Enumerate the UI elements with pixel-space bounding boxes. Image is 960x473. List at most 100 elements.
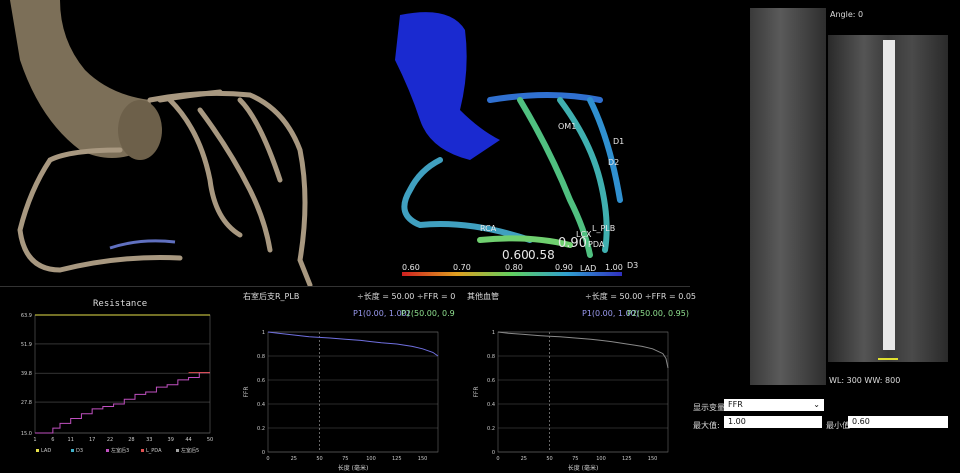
- cpr-vessel-lumen: [883, 40, 895, 350]
- plot-frame: [267, 331, 439, 453]
- y-tick-label: 0: [492, 450, 495, 456]
- label-pda: PDA: [588, 240, 605, 249]
- x-tick-label: 50: [207, 437, 213, 443]
- x-tick-label: 150: [648, 456, 658, 462]
- colorbar-tick-2: 0.70: [453, 263, 471, 272]
- legend-label: L_PDA: [146, 448, 162, 454]
- y-axis-label: FFR: [473, 386, 480, 397]
- cpr-window-level: WL: 300 WW: 800: [829, 376, 901, 385]
- colorbar-tick-5: 1.00: [605, 263, 623, 272]
- colorbar-tick-3: 0.80: [505, 263, 523, 272]
- ffr-value-3: 0.58: [528, 248, 555, 262]
- ffr-panel-right: 其他血管 ÷长度 = 50.00 ÷FFR = 0.05 P1(0.00, 1.…: [455, 287, 696, 473]
- label-d1: D1: [613, 137, 625, 146]
- y-tick-label: 51.9: [21, 342, 32, 348]
- x-tick-label: 50: [316, 456, 322, 462]
- legend-label: LAD: [41, 448, 51, 454]
- colorbar-tick-1: 0.60: [402, 263, 420, 272]
- y-tick-label: 1: [262, 330, 265, 336]
- x-tick-label: 6: [51, 437, 54, 443]
- y-tick-label: 0.6: [487, 378, 495, 384]
- ffr-vessel-render: [395, 12, 623, 258]
- x-axis-label: 长度 (毫米): [568, 464, 599, 472]
- ffr-colorbar: [402, 272, 622, 276]
- ffr-value-2: 0.60: [502, 248, 529, 262]
- y-tick-label: 1: [492, 330, 495, 336]
- x-tick-label: 0: [496, 456, 499, 462]
- x-tick-label: 22: [107, 437, 113, 443]
- cpr-angle: Angle: 0: [830, 10, 864, 19]
- x-axis-label: 长度 (毫米): [338, 464, 369, 472]
- display-variable-value: FFR: [728, 400, 743, 409]
- legend-swatch: [36, 449, 39, 452]
- x-tick-label: 125: [392, 456, 402, 462]
- vessel-3d-grey-view[interactable]: [0, 0, 330, 288]
- cpr-marker: [878, 358, 898, 360]
- x-tick-label: 28: [128, 437, 134, 443]
- x-tick-label: 33: [146, 437, 152, 443]
- legend-label: 左室后3: [111, 447, 129, 454]
- x-tick-label: 125: [622, 456, 632, 462]
- y-tick-label: 15.0: [21, 431, 32, 437]
- grey-vessel-render: [10, 0, 313, 288]
- y-tick-label: 0.2: [487, 426, 495, 432]
- resistance-panel: Resistance 15.0 27.8 39.8 51.9 63.9 1 6 11 17 22 2…: [0, 287, 225, 473]
- y-tick-label: 0.4: [487, 402, 495, 408]
- x-tick-label: 75: [342, 456, 348, 462]
- resistance-chart: 15.0 27.8 39.8 51.9 63.9 1 6 11 17 22 28 33 39 44 50 LA…: [21, 313, 213, 454]
- legend-swatch: [141, 449, 144, 452]
- label-d2: D2: [608, 158, 620, 167]
- chevron-down-icon: ⌄: [813, 400, 820, 409]
- vessel-3d-ffr-view[interactable]: OM1 D1 D2 RCA LCX L_PLB PDA D3 LAD 0.90 …: [330, 0, 750, 286]
- ffr-chart-right: 0 0.2 0.4 0.6 0.8 1 0 25 50 75 100 125 150 长度 (毫米) FFR: [473, 330, 669, 472]
- min-value-input[interactable]: 0.60: [848, 416, 948, 428]
- label-rca: RCA: [480, 224, 497, 233]
- x-tick-label: 50: [546, 456, 552, 462]
- x-tick-label: 44: [185, 437, 191, 443]
- cpr-view[interactable]: Angle: 0 WL: 300 WW: 800: [750, 0, 960, 390]
- label-d3: D3: [627, 261, 639, 270]
- cpr-cross-sections: [750, 8, 826, 385]
- series-line-ffr: [267, 331, 439, 357]
- y-tick-label: 63.9: [21, 313, 32, 319]
- plot-frame: [497, 331, 669, 453]
- x-tick-label: 11: [68, 437, 74, 443]
- x-tick-label: 100: [596, 456, 606, 462]
- y-tick-label: 39.8: [21, 371, 32, 377]
- y-tick-label: 0.2: [257, 426, 265, 432]
- label-lplb: L_PLB: [592, 224, 616, 233]
- legend-swatch: [71, 449, 74, 452]
- label-om1: OM1: [558, 122, 577, 131]
- legend-label: D3: [76, 448, 83, 454]
- x-tick-label: 100: [366, 456, 376, 462]
- legend-swatch: [106, 449, 109, 452]
- x-tick-label: 17: [89, 437, 95, 443]
- series-line-xxx3: [35, 372, 210, 434]
- y-axis-label: FFR: [243, 386, 250, 397]
- colorbar-tick-4: 0.90: [555, 263, 573, 272]
- legend-swatch: [176, 449, 179, 452]
- plot-frame: [34, 314, 211, 434]
- x-tick-label: 25: [521, 456, 527, 462]
- y-tick-label: 0.6: [257, 378, 265, 384]
- x-tick-label: 150: [418, 456, 428, 462]
- x-tick-label: 39: [168, 437, 174, 443]
- display-variable-select[interactable]: FFR ⌄: [724, 399, 824, 411]
- max-value-label: 最大值:: [693, 421, 720, 430]
- ffr-value-1: 0.90: [558, 236, 587, 251]
- y-tick-label: 27.8: [21, 400, 32, 406]
- x-tick-label: 25: [291, 456, 297, 462]
- x-tick-label: 1: [33, 437, 36, 443]
- legend-label: 左室后5: [181, 447, 199, 454]
- ffr-panel-left: 右室后支R_PLB ÷长度 = 50.00 ÷FFR = 0.05 P1(0.0…: [225, 287, 468, 473]
- display-variable-label: 显示变量:: [693, 403, 728, 412]
- x-tick-label: 0: [266, 456, 269, 462]
- x-tick-label: 75: [572, 456, 578, 462]
- y-tick-label: 0.4: [257, 402, 265, 408]
- y-tick-label: 0: [262, 450, 265, 456]
- ffr-chart-left: 0 0.2 0.4 0.6 0.8 1 0 25 50 75 100 125 150 长度 (毫米) FFR: [243, 330, 439, 472]
- max-value-input[interactable]: 1.00: [724, 416, 822, 428]
- y-tick-label: 0.8: [487, 354, 495, 360]
- y-tick-label: 0.8: [257, 354, 265, 360]
- series-line-ffr: [497, 331, 669, 369]
